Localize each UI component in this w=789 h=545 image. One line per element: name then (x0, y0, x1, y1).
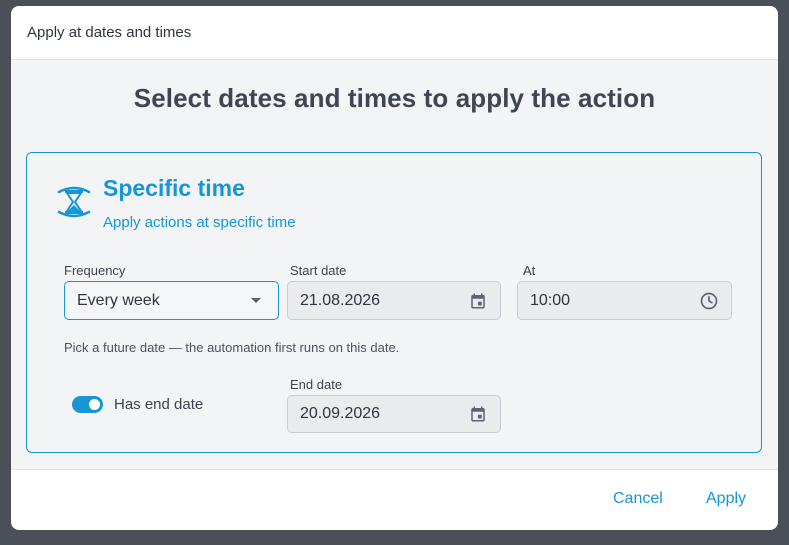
card-title: Specific time (103, 175, 245, 201)
page-heading: Select dates and times to apply the acti… (133, 83, 656, 113)
cancel-button[interactable]: Cancel (613, 490, 663, 508)
end-date-input[interactable]: 20.09.2026 (287, 395, 501, 433)
time-input[interactable]: 10:00 (517, 281, 732, 320)
frequency-label: Frequency (64, 263, 126, 278)
calendar-icon[interactable] (468, 404, 488, 424)
specific-time-card[interactable]: Specific time Apply actions at specific … (26, 152, 762, 453)
end-date-label: End date (290, 377, 343, 392)
dialog-header: Apply at dates and times (11, 6, 778, 60)
start-date-input[interactable]: 21.08.2026 (287, 281, 501, 320)
start-date-hint: Pick a future date — the automation firs… (64, 340, 400, 355)
dialog-title: Apply at dates and times (27, 24, 192, 41)
chevron-down-icon (246, 291, 266, 311)
dialog-body: Select dates and times to apply the acti… (11, 60, 778, 470)
apply-dates-dialog: Apply at dates and times Select dates an… (11, 6, 778, 530)
end-date-value: 20.09.2026 (300, 405, 381, 422)
end-date-toggle-label: Has end date (114, 396, 204, 413)
apply-button[interactable]: Apply (706, 490, 746, 508)
end-date-toggle[interactable] (72, 396, 103, 413)
clock-icon[interactable] (699, 291, 719, 311)
calendar-icon[interactable] (468, 291, 488, 311)
card-subtitle: Apply actions at specific time (103, 214, 296, 231)
start-date-value: 21.08.2026 (300, 291, 381, 309)
frequency-value: Every week (77, 291, 160, 309)
at-label: At (523, 263, 536, 278)
time-value: 10:00 (530, 291, 571, 309)
frequency-select[interactable]: Every week (64, 281, 279, 320)
toggle-knob (89, 399, 100, 410)
hourglass-icon (57, 186, 91, 218)
start-date-label: Start date (290, 263, 347, 278)
